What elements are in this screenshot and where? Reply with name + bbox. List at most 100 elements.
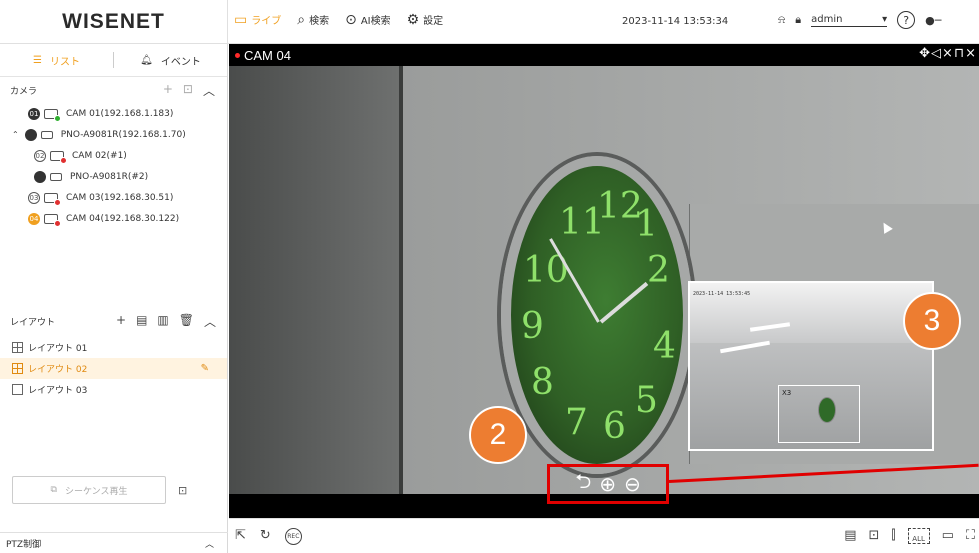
search-icon: ⌕ [297, 11, 306, 28]
datetime-display: 2023-11-14 13:53:34 [622, 16, 729, 27]
channel-badge [34, 170, 46, 183]
camera-tree: 01 CAM 01(192.168.1.183) ⌃ PNO-A9081R(19… [0, 103, 227, 229]
camera-item-01[interactable]: 01 CAM 01(192.168.1.183) [0, 103, 227, 124]
camera-icon [40, 130, 53, 139]
camera-item-03[interactable]: 03 CAM 03(192.168.30.51) [0, 187, 227, 208]
layout-single-icon [12, 384, 23, 395]
select-all-button[interactable]: ALL [907, 528, 930, 544]
ai-search-icon: ⊙ [345, 11, 357, 28]
collapse-icon[interactable]: ︿ [204, 313, 216, 330]
video-viewer[interactable]: CAM 04 ✥◁×⊓× 11 12 1 2 10 9 8 7 6 5 4 20… [229, 44, 979, 518]
export-icon[interactable]: ⇱ [235, 528, 246, 545]
logout-icon[interactable]: ●─ [925, 14, 941, 27]
save-as-layout-icon[interactable]: ▥ [157, 313, 168, 330]
lock-icon[interactable]: 🔒︎ [795, 13, 801, 27]
move-icon[interactable]: ✥ [919, 46, 931, 61]
camera-icon [50, 172, 62, 181]
clock-number: 9 [521, 306, 544, 347]
chevron-down-icon: ▾ [882, 13, 888, 25]
camera-item-pno2[interactable]: PNO-A9081R(#2) [0, 166, 227, 187]
layout-section-tools: + ▤ ▥ 🗑︎ ︿ [116, 313, 216, 330]
add-icon[interactable]: + [163, 82, 173, 99]
sequence-play-label: シーケンス再生 [64, 486, 128, 497]
clock-number: 1 [635, 204, 658, 245]
mute-icon[interactable]: ◁× [931, 46, 954, 61]
expand-icon[interactable]: ⌃ [12, 130, 19, 139]
zoom-controls: ⮌ ⊕ ⊖ [547, 464, 669, 504]
camera-rec-icon [44, 192, 61, 206]
nav-settings[interactable]: ⚙ 設定 [406, 11, 444, 28]
statistics-icon[interactable]: ⫿ [891, 528, 895, 544]
layout-item[interactable]: レイアウト 01 [0, 337, 227, 358]
clock-number: 6 [603, 406, 626, 447]
list-icon: ☰ [33, 54, 42, 66]
video-tools: ✥◁×⊓× [919, 46, 977, 61]
nav-live-label: ライブ [251, 16, 282, 27]
scene-corner [399, 66, 403, 494]
camera-settings-icon[interactable]: ⊡ [183, 82, 193, 99]
callout-marker: 3 [903, 292, 961, 350]
zoom-minimap[interactable]: 2023-11-14 13:53:45 X3 [688, 281, 934, 451]
camera-section-label: カメラ [10, 86, 38, 97]
camera-rec-icon [44, 108, 61, 122]
channel-badge: 01 [28, 107, 40, 120]
zoom-in-icon[interactable]: ⊕ [599, 472, 616, 496]
back-icon[interactable]: ⮌ [575, 467, 591, 501]
sequence-icon: ⧉ [50, 485, 57, 495]
camera-item-02[interactable]: 02 CAM 02(#1) [0, 145, 227, 166]
layout-item[interactable]: レイアウト 03 [0, 379, 227, 400]
minimap-clock [818, 397, 836, 423]
collapse-icon[interactable]: ︿ [203, 82, 215, 99]
sequence-play-button[interactable]: ⧉ シーケンス再生 [12, 476, 166, 504]
fullscreen-icon[interactable]: ⛶ [966, 528, 975, 544]
camera-section-header: カメラ + ⊡ ︿ [0, 77, 227, 103]
camera-rec-icon [44, 213, 61, 227]
help-icon[interactable]: ? [897, 11, 916, 29]
camera-label: CAM 03(192.168.30.51) [66, 192, 174, 203]
sequence-settings-icon[interactable]: ⊡ [178, 484, 187, 497]
tab-event[interactable]: 🔔︎ イベント [114, 44, 227, 76]
close-icon[interactable]: × [965, 46, 977, 61]
tab-event-label: イベント [160, 56, 201, 68]
gear-icon: ⚙ [406, 11, 420, 28]
edit-icon[interactable]: ✎ [201, 363, 209, 374]
clock-number: 4 [653, 326, 676, 367]
ptz-label: PTZ制御 [6, 539, 42, 550]
zoom-out-icon[interactable]: ⊖ [624, 472, 641, 496]
camera-label: CAM 01(192.168.1.183) [66, 108, 174, 119]
top-bar: WISENET ▭ ライブ ⌕ 検索 ⊙ AI検索 ⚙ 設定 2023-11-1… [0, 0, 979, 44]
sidebar-tabs: ☰ リスト 🔔︎ イベント [0, 44, 227, 77]
layout-label: レイアウト 03 [28, 386, 88, 396]
bell-icon: 🔔︎ [140, 54, 153, 66]
nav-search[interactable]: ⌕ 検索 [297, 11, 329, 28]
notification-icon[interactable]: ⍾ [778, 13, 785, 27]
user-select[interactable]: admin ▾ [811, 13, 888, 27]
add-layout-icon[interactable]: + [116, 313, 126, 330]
camera-group-pno[interactable]: ⌃ PNO-A9081R(192.168.1.70) [0, 124, 227, 145]
top-right-tools: ⍾ 🔒︎ admin ▾ ? ●─ [778, 11, 941, 29]
save-layout-icon[interactable]: ▤ [136, 313, 147, 330]
camera-item-04[interactable]: 04 CAM 04(192.168.30.122) [0, 208, 227, 229]
layout-section-header: レイアウト + ▤ ▥ 🗑︎ ︿ [0, 308, 228, 334]
record-button[interactable]: REC [284, 528, 302, 545]
tab-list[interactable]: ☰ リスト [0, 44, 113, 76]
info-icon[interactable]: ▤ [844, 528, 856, 544]
instant-playback-icon[interactable]: ↻ [260, 528, 271, 545]
channel-badge [24, 128, 37, 141]
layout-item-selected[interactable]: レイアウト 02 ✎ [0, 358, 227, 379]
collapse-icon[interactable]: ︿ [205, 537, 214, 550]
nav-live[interactable]: ▭ ライブ [234, 12, 282, 28]
delete-layout-icon[interactable]: 🗑︎ [179, 313, 194, 330]
nav-settings-label: 設定 [423, 16, 444, 27]
camera-settings-icon[interactable]: ⊡ [869, 528, 880, 544]
layout-list: レイアウト 01 レイアウト 02 ✎ レイアウト 03 [0, 337, 227, 400]
camera-label: CAM 02(#1) [72, 150, 127, 161]
video-camera-title: CAM 04 [244, 47, 291, 63]
ptz-control-bar[interactable]: PTZ制御 ︿ [0, 532, 228, 553]
camera-label: PNO-A9081R(#2) [70, 171, 149, 182]
channel-badge: 04 [28, 212, 40, 225]
nav-ai-search[interactable]: ⊙ AI検索 [345, 11, 391, 28]
layout-label: レイアウト 01 [28, 344, 88, 354]
lock-icon[interactable]: ⊓ [954, 46, 965, 61]
aspect-ratio-icon[interactable]: ▭ [942, 528, 954, 544]
